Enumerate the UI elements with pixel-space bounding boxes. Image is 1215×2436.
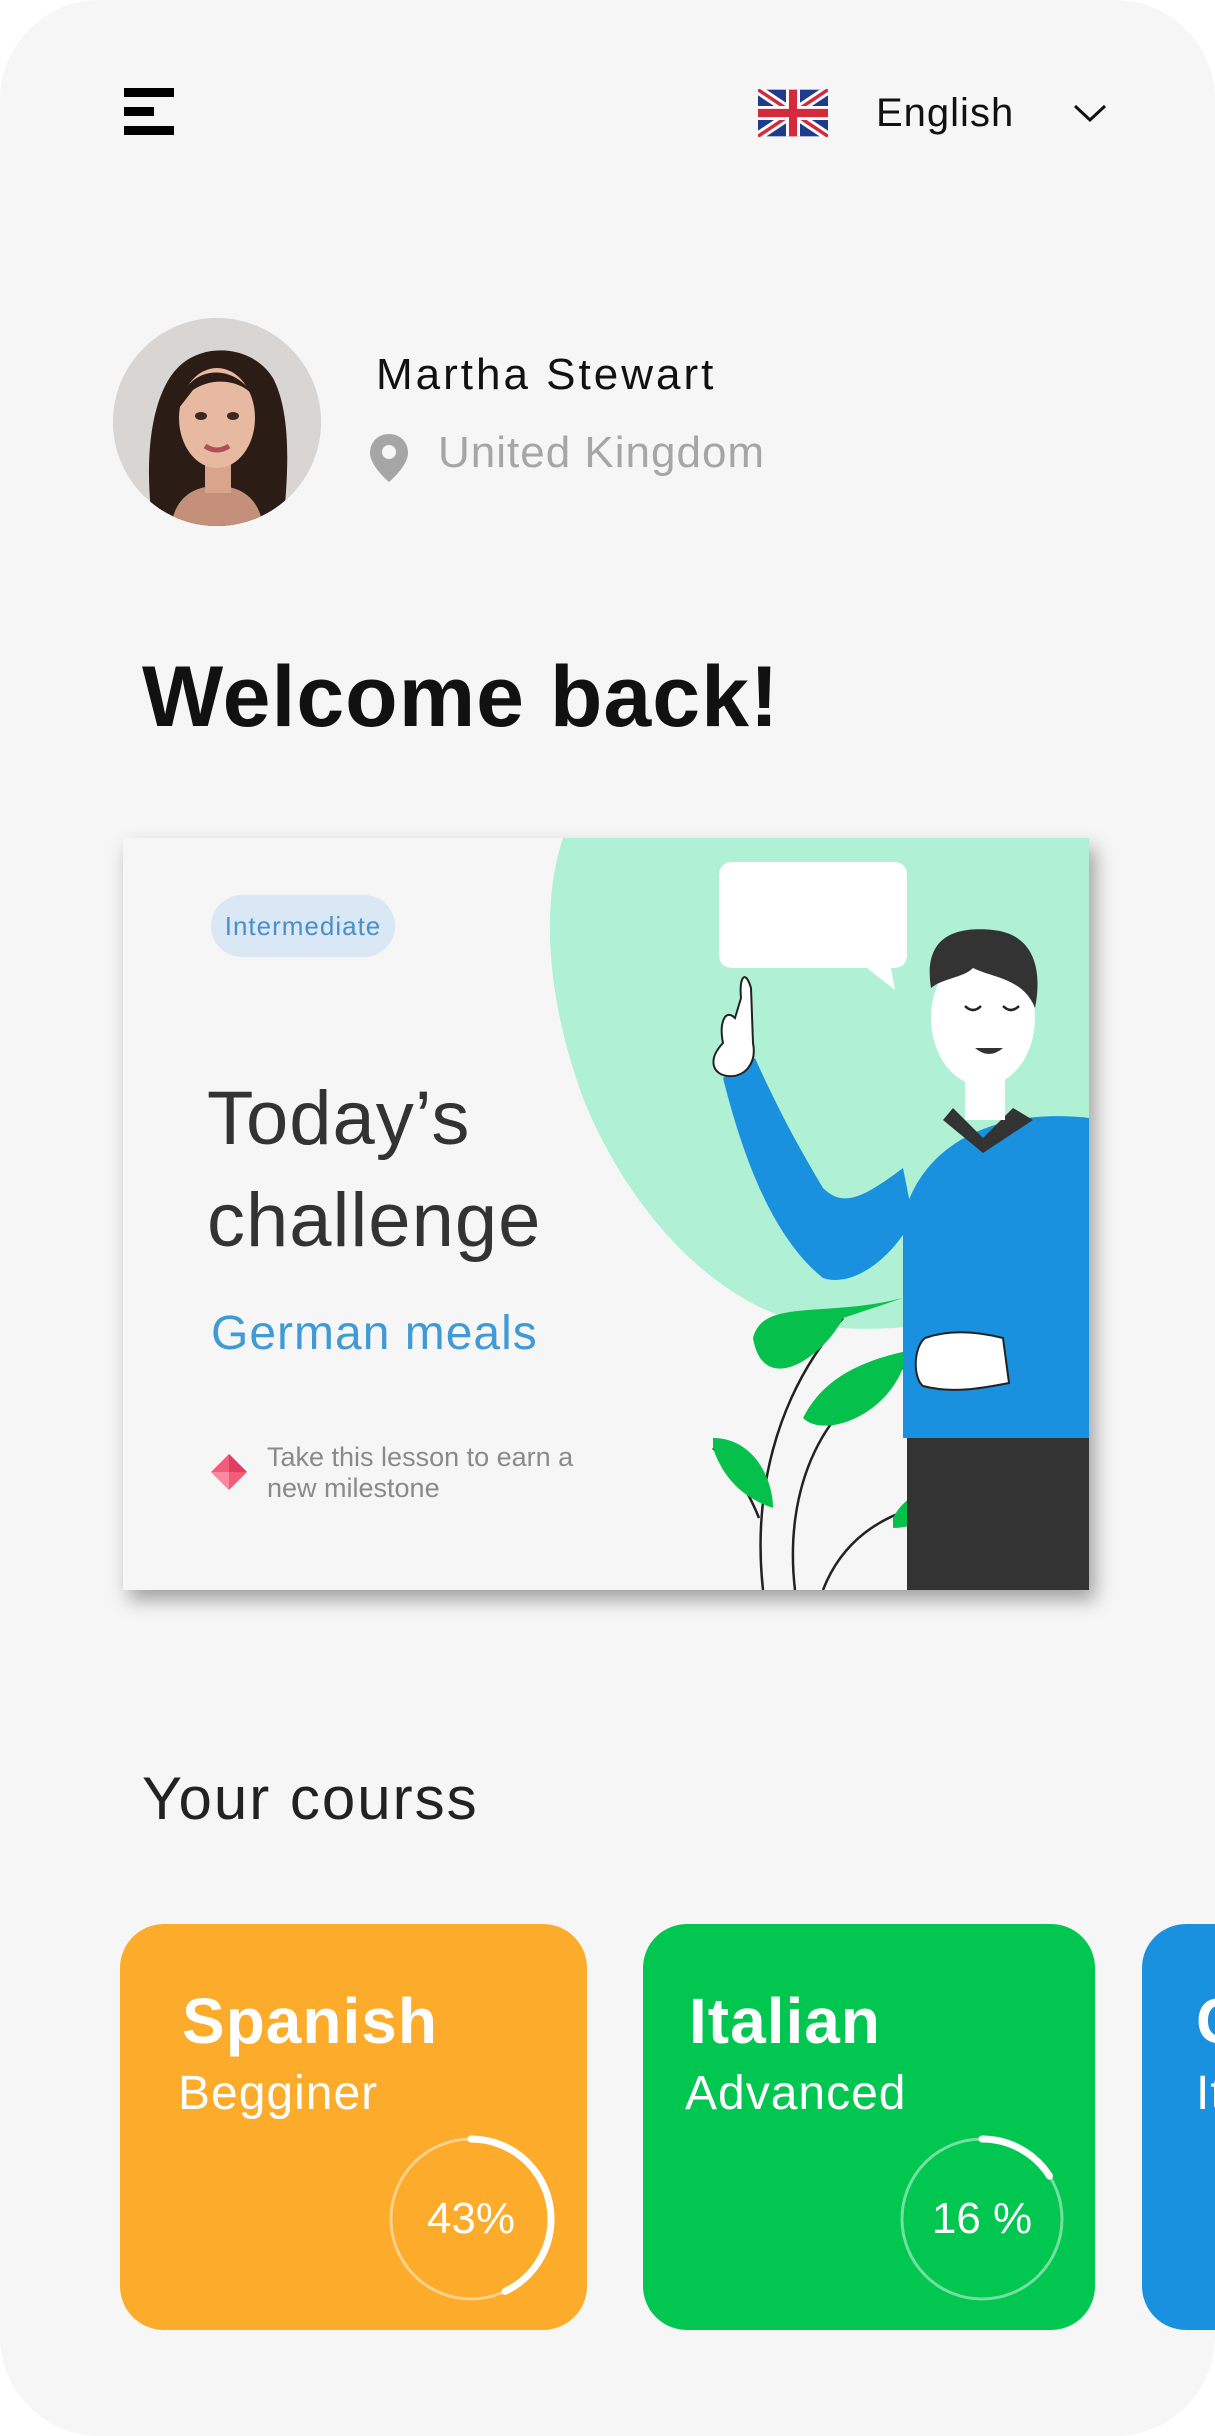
course-name: G bbox=[1196, 1984, 1215, 2058]
course-name: Spanish bbox=[182, 1985, 438, 2057]
uk-flag-icon bbox=[758, 89, 828, 137]
language-label: English bbox=[876, 90, 1015, 135]
avatar[interactable] bbox=[113, 318, 321, 526]
chevron-down-icon bbox=[1073, 104, 1107, 123]
todays-challenge-card[interactable]: Intermediate Today’s challenge German me… bbox=[123, 838, 1089, 1590]
menu-icon[interactable] bbox=[124, 88, 178, 136]
challenge-title: Today’s challenge bbox=[207, 1076, 542, 1263]
progress-label: 16 % bbox=[931, 2194, 1033, 2243]
course-level: Advanced bbox=[685, 2067, 907, 2120]
courses-heading: Your courss bbox=[142, 1765, 479, 1832]
course-level: Begginer bbox=[178, 2067, 379, 2120]
location-pin-icon bbox=[370, 434, 408, 482]
gem-icon bbox=[211, 1454, 247, 1490]
avatar-portrait bbox=[113, 318, 321, 526]
user-name: Martha Stewart bbox=[376, 350, 717, 399]
language-selector[interactable]: English bbox=[758, 86, 1108, 140]
course-card-spanish[interactable]: Spanish Begginer 43% bbox=[120, 1924, 587, 2330]
course-card-italian[interactable]: Italian Advanced 16 % bbox=[643, 1924, 1095, 2330]
challenge-subject: German meals bbox=[211, 1307, 538, 1360]
level-badge: Intermediate bbox=[211, 895, 395, 957]
app-screen: English Martha Stewart United Kingdom We… bbox=[0, 0, 1215, 2436]
progress-label: 43% bbox=[426, 2194, 516, 2243]
course-name: Italian bbox=[689, 1985, 881, 2057]
course-level: It bbox=[1196, 2067, 1215, 2120]
milestone-note: Take this lesson to earn a new milestone bbox=[267, 1442, 574, 1503]
course-card-partial[interactable]: G It bbox=[1142, 1924, 1215, 2330]
welcome-heading: Welcome back! bbox=[142, 649, 780, 745]
user-location: United Kingdom bbox=[438, 428, 766, 477]
